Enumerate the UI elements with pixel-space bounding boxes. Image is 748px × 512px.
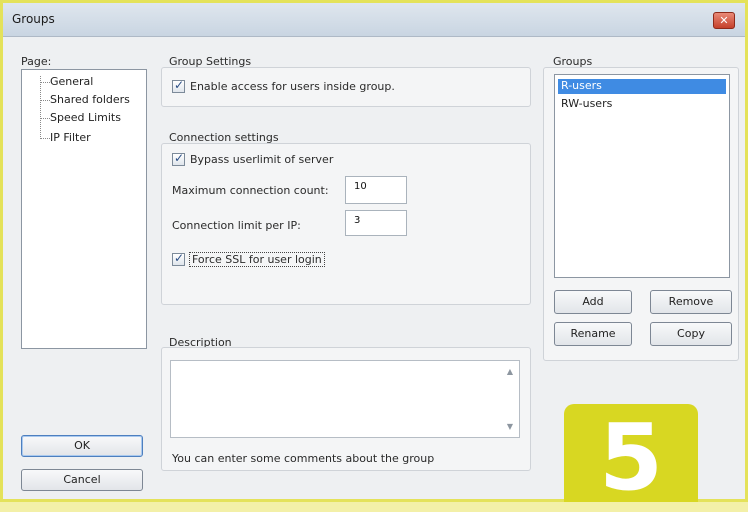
- connection-settings-panel: ✓ Bypass userlimit of server Maximum con…: [161, 143, 531, 305]
- description-textarea[interactable]: ▲ ▼: [170, 360, 520, 438]
- check-icon: ✓: [174, 251, 185, 265]
- copy-button[interactable]: Copy: [650, 322, 732, 346]
- tree-item-ip-filter[interactable]: IP Filter: [50, 131, 91, 144]
- max-connection-input[interactable]: 10: [345, 176, 407, 204]
- tree-item-speed-limits[interactable]: Speed Limits: [50, 111, 121, 124]
- check-icon: ✓: [174, 151, 185, 165]
- list-item[interactable]: RW-users: [561, 97, 612, 110]
- tree-item-general[interactable]: General: [50, 75, 93, 88]
- tree-connector: [40, 100, 50, 101]
- scroll-down-icon[interactable]: ▼: [507, 422, 513, 431]
- remove-button[interactable]: Remove: [650, 290, 732, 314]
- rename-button[interactable]: Rename: [554, 322, 632, 346]
- enable-access-checkbox[interactable]: ✓: [172, 78, 185, 93]
- scroll-up-icon[interactable]: ▲: [507, 367, 513, 376]
- list-item[interactable]: R-users: [561, 79, 602, 92]
- groups-list[interactable]: R-users RW-users: [554, 74, 730, 278]
- check-icon: ✓: [174, 78, 185, 92]
- page-tree[interactable]: General Shared folders Speed Limits IP F…: [21, 69, 147, 349]
- tree-connector: [40, 118, 50, 119]
- enable-access-label: Enable access for users inside group.: [190, 80, 395, 93]
- tree-item-shared-folders[interactable]: Shared folders: [50, 93, 130, 106]
- groups-panel: R-users RW-users Add Remove Rename Copy: [543, 67, 739, 361]
- description-panel: ▲ ▼ You can enter some comments about th…: [161, 347, 531, 471]
- limit-per-ip-label: Connection limit per IP:: [172, 219, 301, 232]
- ok-button[interactable]: OK: [21, 435, 143, 457]
- page-label: Page:: [21, 55, 52, 68]
- bypass-label: Bypass userlimit of server: [190, 153, 334, 166]
- bypass-checkbox[interactable]: ✓: [172, 151, 185, 166]
- close-icon[interactable]: ✕: [713, 12, 735, 29]
- tree-connector: [40, 82, 50, 83]
- window-title: Groups: [12, 12, 55, 26]
- step-number-badge: 5: [564, 404, 698, 511]
- group-settings-panel: ✓ Enable access for users inside group.: [161, 67, 531, 107]
- max-connection-label: Maximum connection count:: [172, 184, 329, 197]
- force-ssl-label: Force SSL for user login: [189, 252, 325, 267]
- cancel-button[interactable]: Cancel: [21, 469, 143, 491]
- limit-per-ip-input[interactable]: 3: [345, 210, 407, 236]
- description-hint: You can enter some comments about the gr…: [172, 452, 435, 465]
- title-bar[interactable]: Groups ✕: [3, 3, 745, 37]
- tree-connector: [40, 76, 41, 139]
- force-ssl-checkbox[interactable]: ✓: [172, 251, 185, 266]
- tree-connector: [40, 138, 50, 139]
- add-button[interactable]: Add: [554, 290, 632, 314]
